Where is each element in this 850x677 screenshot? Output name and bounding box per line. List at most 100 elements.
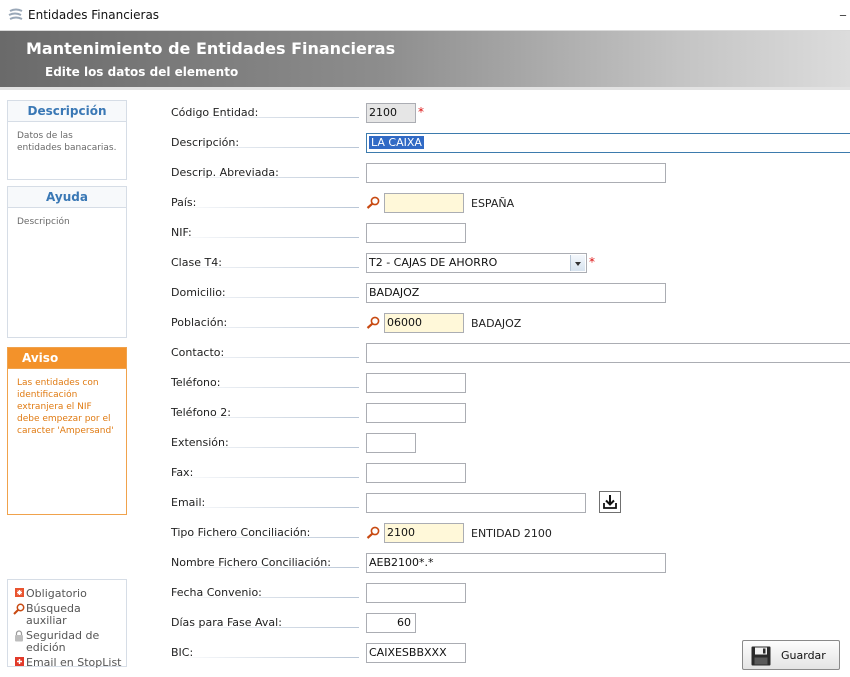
lock-icon [15, 630, 23, 642]
window-titlebar: Entidades Financieras _ [0, 0, 850, 31]
legend-item-required: Obligatorio [12, 588, 122, 600]
email-label: Email: [171, 496, 206, 509]
fax-field[interactable] [366, 463, 466, 483]
legend-label-search: Búsqueda auxiliar [26, 602, 81, 627]
row-clase-t4: Clase T4: T2 - CAJAS DE AHORRO * [171, 251, 850, 275]
required-marker: * [589, 255, 595, 269]
row-descripcion: Descripción: LA CAIXA [171, 131, 850, 155]
save-button[interactable]: Guardar [742, 640, 840, 670]
warning-panel: Aviso Las entidades con identificación e… [7, 347, 127, 515]
required-icon [14, 588, 24, 597]
extension-label: Extensión: [171, 436, 229, 449]
legend-panel: Obligatorio Búsqueda auxiliar Seguridad … [7, 579, 127, 669]
floppy-disk-icon [751, 646, 771, 666]
row-nif: NIF: [171, 221, 850, 245]
row-dias-fase-aval: Días para Fase Aval: 60 [171, 611, 850, 635]
bic-label: BIC: [171, 646, 194, 659]
telefono-2-label: Teléfono 2: [171, 406, 231, 419]
description-panel: Descripción Datos de las entidades banac… [7, 100, 127, 180]
nif-label: NIF: [171, 226, 192, 239]
magnifier-icon[interactable] [366, 526, 380, 539]
codigo-entidad-label: Código Entidad: [171, 106, 259, 119]
row-telefono: Teléfono: [171, 371, 850, 395]
descrip-abreviada-label: Descrip. Abreviada: [171, 166, 279, 179]
domicilio-field[interactable]: BADAJOZ [366, 283, 666, 303]
magnifier-icon [13, 603, 25, 615]
bic-field[interactable]: CAIXESBBXXX [366, 643, 466, 663]
clase-t4-label: Clase T4: [171, 256, 222, 269]
row-descrip-abreviada: Descrip. Abreviada: [171, 161, 850, 185]
pais-label: País: [171, 196, 197, 209]
fecha-convenio-label: Fecha Convenio: [171, 586, 262, 599]
email-field[interactable] [366, 493, 586, 513]
row-codigo-entidad: Código Entidad: 2100 * [171, 101, 850, 125]
legend-label-stoplist: Email en StopList [26, 656, 122, 669]
page-header: Mantenimiento de Entidades Financieras E… [0, 31, 850, 87]
save-button-label: Guardar [781, 649, 826, 662]
nif-field[interactable] [366, 223, 466, 243]
telefono-label: Teléfono: [171, 376, 221, 389]
magnifier-icon[interactable] [366, 316, 380, 329]
page-subtitle: Edite los datos del elemento [45, 65, 239, 79]
tipo-fichero-description: ENTIDAD 2100 [471, 527, 552, 540]
row-domicilio: Domicilio: BADAJOZ [171, 281, 850, 305]
legend-item-search: Búsqueda auxiliar [12, 603, 122, 627]
legend-label-required: Obligatorio [26, 587, 87, 600]
warning-panel-title: Aviso [8, 348, 126, 369]
row-pais: País: ESPAÑA [171, 191, 850, 215]
clase-t4-selected-value: T2 - CAJAS DE AHORRO [369, 256, 498, 269]
help-panel-body: Descripción [17, 217, 70, 227]
legend-item-security: Seguridad de edición [12, 630, 122, 654]
dias-fase-aval-field[interactable]: 60 [366, 613, 416, 633]
required-marker: * [418, 105, 424, 119]
minimize-button[interactable]: _ [840, 2, 846, 16]
descripcion-field[interactable]: LA CAIXA [366, 133, 850, 153]
poblacion-description: BADAJOZ [471, 317, 522, 330]
nombre-fichero-field[interactable]: AEB2100*.* [366, 553, 666, 573]
contacto-field[interactable] [366, 343, 850, 363]
row-telefono-2: Teléfono 2: [171, 401, 850, 425]
telefono-2-field[interactable] [366, 403, 466, 423]
domicilio-label: Domicilio: [171, 286, 226, 299]
row-fax: Fax: [171, 461, 850, 485]
description-panel-body: Datos de las entidades banacarias. [17, 131, 117, 153]
download-icon [603, 495, 617, 509]
row-poblacion: Población: 06000 BADAJOZ [171, 311, 850, 335]
row-contacto: Contacto: [171, 341, 850, 365]
tipo-fichero-field[interactable]: 2100 [384, 523, 464, 543]
row-tipo-fichero: Tipo Fichero Conciliación: 2100 ENTIDAD … [171, 521, 850, 545]
download-button[interactable] [599, 491, 621, 513]
codigo-entidad-field[interactable]: 2100 [366, 103, 416, 123]
header-divider [0, 87, 850, 90]
pais-description: ESPAÑA [471, 197, 515, 210]
magnifier-icon[interactable] [366, 196, 380, 209]
descrip-abreviada-field[interactable] [366, 163, 666, 183]
app-logo-icon [8, 8, 23, 20]
poblacion-field[interactable]: 06000 [384, 313, 464, 333]
pais-field[interactable] [384, 193, 464, 213]
nombre-fichero-label: Nombre Fichero Conciliación: [171, 556, 331, 569]
row-email: Email: [171, 491, 850, 515]
page-title: Mantenimiento de Entidades Financieras [26, 39, 396, 58]
window-title: Entidades Financieras [28, 8, 160, 22]
descripcion-selected-text: LA CAIXA [369, 136, 424, 149]
stoplist-icon [14, 657, 24, 666]
fax-label: Fax: [171, 466, 194, 479]
dias-fase-aval-label: Días para Fase Aval: [171, 616, 282, 629]
fecha-convenio-field[interactable] [366, 583, 466, 603]
row-extension: Extensión: [171, 431, 850, 455]
legend-label-security: Seguridad de edición [26, 629, 100, 654]
tipo-fichero-label: Tipo Fichero Conciliación: [171, 526, 311, 539]
poblacion-label: Población: [171, 316, 228, 329]
row-nombre-fichero: Nombre Fichero Conciliación: AEB2100*.* [171, 551, 850, 575]
chevron-down-icon[interactable] [570, 255, 585, 271]
warning-panel-body: Las entidades con identificación extranj… [17, 378, 114, 436]
help-panel: Ayuda Descripción [7, 186, 127, 338]
telefono-field[interactable] [366, 373, 466, 393]
description-panel-title: Descripción [8, 101, 126, 122]
descripcion-label: Descripción: [171, 136, 240, 149]
clase-t4-select[interactable]: T2 - CAJAS DE AHORRO [366, 253, 587, 273]
row-fecha-convenio: Fecha Convenio: [171, 581, 850, 605]
legend-item-stoplist: Email en StopList [12, 657, 122, 669]
extension-field[interactable] [366, 433, 416, 453]
